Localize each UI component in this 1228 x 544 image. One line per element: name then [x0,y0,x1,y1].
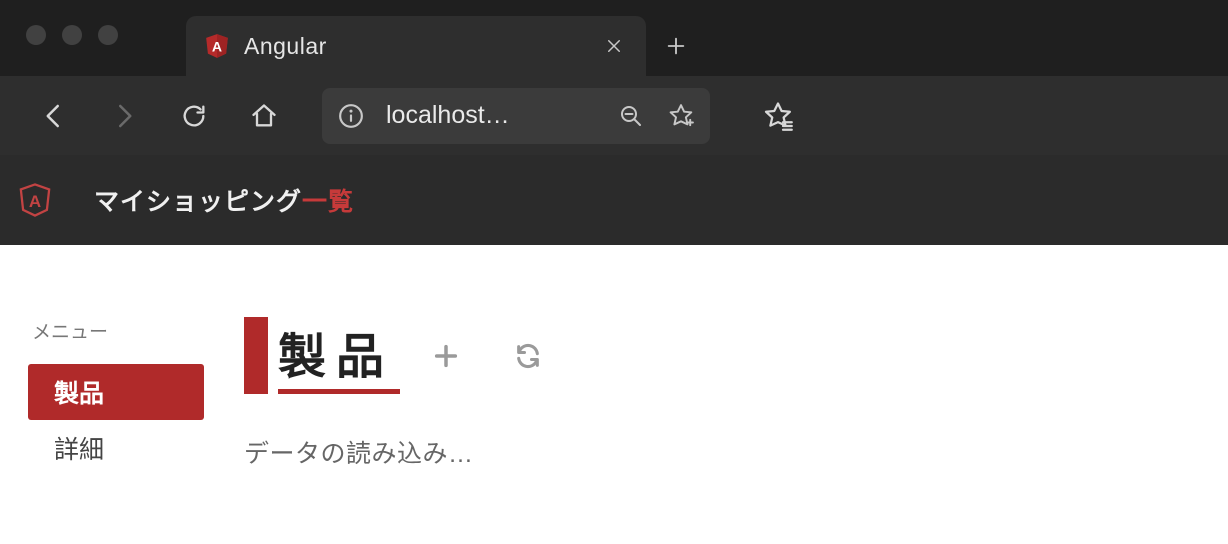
svg-text:A: A [29,192,41,211]
sidebar-item-products[interactable]: 製品 [28,364,204,420]
title-accent-bar [244,317,268,394]
sidebar-item-details[interactable]: 詳細 [28,420,204,476]
browser-tab[interactable]: A Angular [186,16,646,76]
page-title: 製品 [278,317,400,394]
main-content: 製品 データの読み込み… [228,317,546,476]
tab-strip: A Angular [0,0,1228,76]
browser-toolbar: localhost… [0,76,1228,155]
window-close-button[interactable] [26,25,46,45]
loading-text: データの読み込み… [244,434,546,470]
page-body: メニュー 製品 詳細 製品 デー [0,245,1228,476]
close-tab-button[interactable] [600,32,628,60]
zoom-out-icon[interactable] [616,101,646,131]
reload-button[interactable] [174,96,214,136]
back-button[interactable] [34,96,74,136]
angular-logo-icon: A [18,183,52,217]
add-favorite-icon[interactable] [666,101,696,131]
forward-button[interactable] [104,96,144,136]
app-title-part2: 一覧 [302,188,354,216]
menu-heading: メニュー [28,317,228,344]
app-header: A マイショッピング一覧 [0,155,1228,245]
add-button[interactable] [428,338,464,374]
page-title-row: 製品 [244,317,546,394]
new-tab-button[interactable] [646,16,706,76]
sidebar-item-label: 製品 [54,374,104,410]
favorites-list-button[interactable] [758,96,798,136]
window-controls [0,25,144,45]
sidebar-item-label: 詳細 [54,430,104,466]
tab-title: Angular [244,33,586,60]
page-title-block: 製品 [244,317,400,394]
browser-chrome: A Angular localhost… [0,0,1228,155]
sidebar: メニュー 製品 詳細 [28,317,228,476]
app-title-part1: マイショッピング [94,188,302,216]
svg-text:A: A [212,38,222,54]
address-bar[interactable]: localhost… [322,88,710,144]
home-button[interactable] [244,96,284,136]
refresh-button[interactable] [510,338,546,374]
app-title: マイショッピング一覧 [94,182,354,218]
window-maximize-button[interactable] [98,25,118,45]
window-minimize-button[interactable] [62,25,82,45]
angular-icon: A [204,33,230,59]
site-info-icon[interactable] [336,101,366,131]
url-text: localhost… [386,101,596,130]
